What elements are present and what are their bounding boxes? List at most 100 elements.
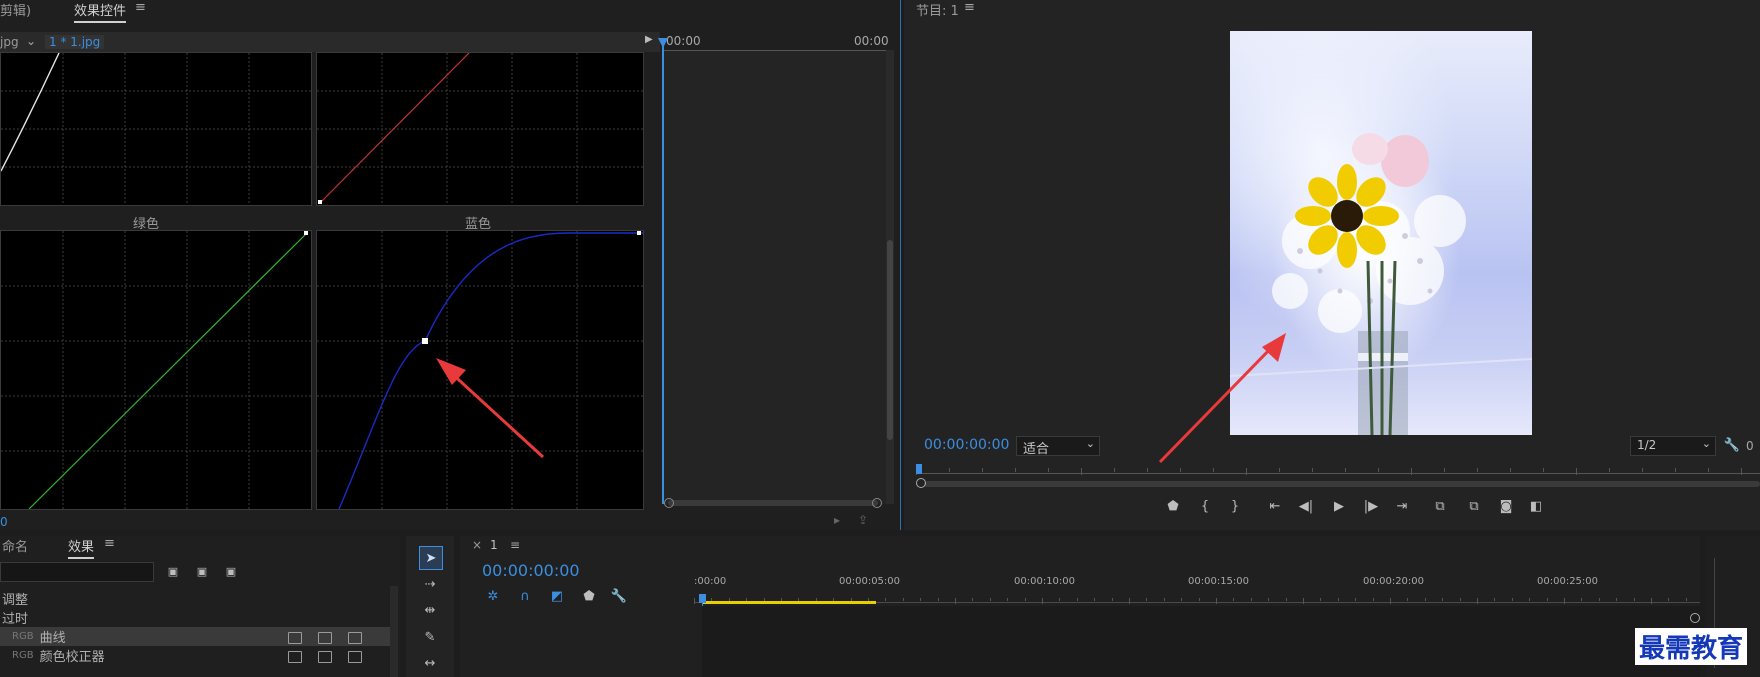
razor-tool-icon[interactable]: ✎ xyxy=(419,626,441,648)
add-marker-icon[interactable]: ⬟ xyxy=(580,588,598,604)
tab-project[interactable]: 命名 xyxy=(2,536,28,555)
ruler-tick xyxy=(1076,598,1078,601)
comparison-view-icon[interactable]: ◧ xyxy=(1528,498,1544,514)
slip-tool-icon[interactable]: ↔ xyxy=(419,652,441,674)
add-marker-icon[interactable]: ⬟ xyxy=(1165,498,1181,514)
ruler-tick xyxy=(1459,598,1461,601)
step-forward-icon[interactable]: |▶ xyxy=(1363,498,1379,514)
ruler-tick xyxy=(1163,598,1165,601)
program-zoom-handle[interactable] xyxy=(916,478,926,488)
yuv-effects-icon[interactable]: ▣ xyxy=(222,563,240,579)
wrench-icon[interactable]: 🔧 xyxy=(1724,436,1740,454)
list-item[interactable]: 调整 xyxy=(0,589,394,608)
tab-effects[interactable]: 效果 xyxy=(68,536,95,559)
ruler-tick xyxy=(694,598,695,604)
effects-item-prefix: RGB xyxy=(12,631,34,642)
tools-panel: ➤ ⇢ ⇹ ✎ ↔ xyxy=(406,536,454,677)
export-frame-camera-icon[interactable]: ◙ xyxy=(1498,498,1514,514)
chevron-down-icon: ⌄ xyxy=(1701,437,1711,450)
track-select-tool-icon[interactable]: ⇢ xyxy=(419,573,441,595)
resolution-select[interactable]: 1/2 ⌄ xyxy=(1630,436,1716,456)
wrench-icon[interactable]: 🔧 xyxy=(610,588,628,604)
timeline-playhead-handle[interactable] xyxy=(699,594,706,603)
filter-icon[interactable]: ▸ xyxy=(834,513,840,527)
go-to-in-icon[interactable]: ⇤ xyxy=(1267,498,1283,514)
ec-ruler-line xyxy=(662,50,886,51)
timeline-tracks-area[interactable] xyxy=(702,606,1700,677)
curve-master-graph[interactable] xyxy=(0,52,312,206)
32bit-effects-icon[interactable]: ▣ xyxy=(193,563,211,579)
ec-scroll-left-handle[interactable] xyxy=(664,498,674,508)
ruler-tick xyxy=(1477,598,1478,604)
ruler-tick xyxy=(1444,468,1445,472)
chevron-down-icon: ⌄ xyxy=(1085,437,1095,450)
ruler-tick xyxy=(1147,468,1148,472)
source-clip-label[interactable]: 1 * 1.jpg xyxy=(45,35,105,49)
program-playhead[interactable] xyxy=(916,464,922,474)
ruler-tick xyxy=(1024,598,1026,601)
fit-select[interactable]: 适合 ⌄ xyxy=(1016,436,1100,457)
mark-out-icon[interactable]: } xyxy=(1227,498,1243,514)
ruler-tick xyxy=(1609,468,1610,472)
timeline-sequence-tab[interactable]: 1 xyxy=(490,538,498,552)
effects-menu-icon[interactable]: ≡ xyxy=(104,536,115,551)
export-icon[interactable]: ⇪ xyxy=(858,513,868,527)
lift-icon[interactable]: ⧉ xyxy=(1432,498,1448,514)
ec-timecode-left: 00:00 xyxy=(666,34,701,48)
tab-editing[interactable]: 剪辑) xyxy=(0,0,31,19)
timeline-menu-icon[interactable]: ≡ xyxy=(510,538,520,552)
ripple-edit-tool-icon[interactable]: ⇹ xyxy=(419,599,441,621)
ruler-tick xyxy=(1146,598,1148,601)
ruler-tick xyxy=(1477,468,1478,472)
ruler-tick xyxy=(1129,598,1130,604)
play-triangle-icon[interactable]: ▶ xyxy=(645,34,653,45)
tab-effect-controls[interactable]: 效果控件 xyxy=(74,0,127,23)
curve-blue-graph[interactable] xyxy=(316,230,644,510)
ruler-tick xyxy=(1651,598,1652,604)
curve-red-graph[interactable] xyxy=(316,52,644,206)
effects-search-input[interactable] xyxy=(0,562,154,582)
ec-playhead[interactable] xyxy=(662,40,664,504)
effects-scrollbar[interactable] xyxy=(390,586,398,677)
list-item[interactable]: 过时 xyxy=(0,608,394,627)
chevron-down-icon[interactable]: ⌄ xyxy=(26,34,36,48)
ec-scroll-thumb[interactable] xyxy=(887,240,893,440)
timeline-work-area-bar[interactable] xyxy=(702,601,876,604)
selection-tool-icon[interactable]: ➤ xyxy=(419,546,443,570)
ruler-tick xyxy=(1114,468,1115,472)
program-zoom-bar[interactable] xyxy=(924,481,1760,487)
program-preview-image xyxy=(1230,31,1532,435)
extract-icon[interactable]: ⧉ xyxy=(1466,498,1482,514)
ruler-tick xyxy=(1529,598,1531,601)
linked-selection-icon[interactable]: ◩ xyxy=(548,588,566,604)
ruler-tick xyxy=(1407,598,1409,601)
ruler-tick xyxy=(1094,598,1096,601)
ruler-tick xyxy=(1285,598,1287,601)
accelerated-effects-icon[interactable]: ▣ xyxy=(164,563,182,579)
timeline-timecode[interactable]: 00:00:00:00 xyxy=(482,561,580,580)
timeline-scroll-handle[interactable] xyxy=(1690,613,1700,623)
panel-menu-icon[interactable]: ≡ xyxy=(135,0,146,15)
ec-playhead-handle[interactable] xyxy=(658,38,668,48)
ec-horizontal-scrollbar[interactable] xyxy=(668,500,878,506)
program-ruler[interactable] xyxy=(916,462,1760,475)
source-prev-label[interactable]: jpg xyxy=(0,35,19,49)
ruler-tick xyxy=(1424,598,1426,601)
close-icon[interactable]: × xyxy=(472,538,482,552)
program-monitor-title[interactable]: 节目: 1 xyxy=(916,0,959,19)
play-icon[interactable]: ▶ xyxy=(1331,498,1347,514)
curve-green-graph[interactable] xyxy=(0,230,312,510)
ruler-tick xyxy=(1048,468,1049,472)
mark-in-icon[interactable]: { xyxy=(1197,498,1213,514)
effects-item-prefix: RGB xyxy=(12,650,34,661)
go-to-out-icon[interactable]: ⇥ xyxy=(1394,498,1410,514)
program-menu-icon[interactable]: ≡ xyxy=(964,0,975,15)
snap-magnet-icon[interactable]: ∩ xyxy=(516,588,534,604)
program-edge-value: 0 xyxy=(1746,439,1754,453)
effects-badges-row-2 xyxy=(288,651,362,663)
ec-scroll-right-handle[interactable] xyxy=(872,498,882,508)
step-back-icon[interactable]: ◀| xyxy=(1298,498,1314,514)
program-timecode[interactable]: 00:00:00:00 xyxy=(924,437,1009,453)
ec-timeline-area xyxy=(662,50,886,504)
nest-toggle-icon[interactable]: ✲ xyxy=(484,588,502,604)
